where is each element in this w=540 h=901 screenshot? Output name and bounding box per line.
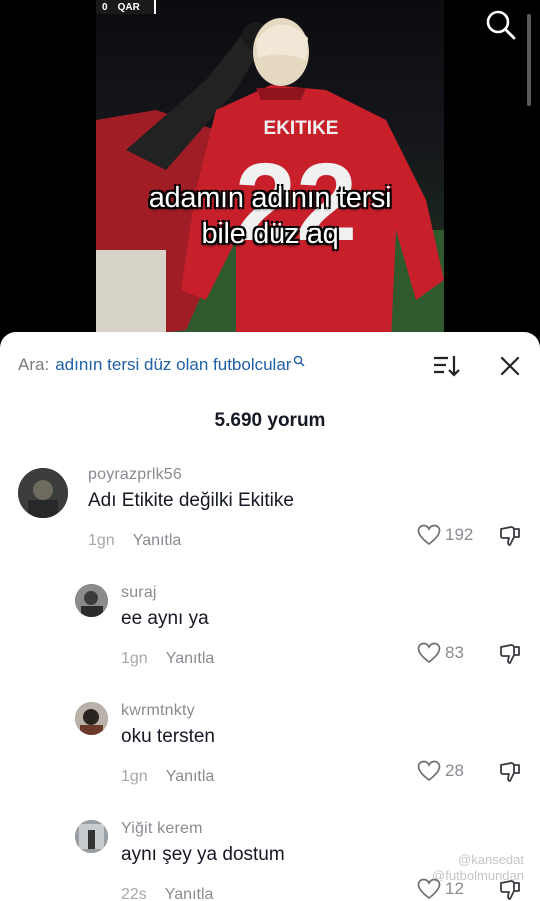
jersey-name: EKITIKE: [264, 118, 339, 139]
watermark-line: @kansedat: [458, 852, 524, 867]
comment-text: Adı Etikite değilki Ekitike: [88, 490, 294, 511]
comment-count: 5.690 yorum: [214, 410, 326, 431]
related-search-link[interactable]: Ara: adının tersi düz olan futbolcular: [18, 355, 305, 375]
like-count: 83: [445, 643, 464, 662]
video-player[interactable]: 22 EKITIKE 0 QAR adamın adının tersi bil…: [0, 0, 540, 340]
avatar[interactable]: [75, 584, 108, 617]
comment-text: aynı şey ya dostum: [121, 844, 285, 865]
watermark: @kansedat @futbolmundan: [432, 852, 524, 884]
video-still: 22 EKITIKE: [96, 18, 444, 340]
score-value: 0: [102, 1, 108, 13]
comment-time: 1gn: [121, 650, 148, 667]
comment-meta: 1gn Yanıtla: [121, 650, 214, 668]
comment-username[interactable]: poyrazprlk56: [88, 466, 182, 484]
close-icon: [500, 356, 520, 376]
dislike-button[interactable]: [498, 642, 522, 666]
comment-time: 1gn: [121, 768, 148, 785]
avatar[interactable]: [75, 820, 108, 853]
scoreboard: 0 QAR: [96, 0, 156, 14]
comment-meta: 1gn Yanıtla: [121, 768, 214, 786]
caption-line: bile düz aq: [201, 218, 339, 250]
close-button[interactable]: [498, 354, 522, 378]
avatar[interactable]: [18, 468, 68, 518]
caption-line: adamın adının tersi: [148, 182, 392, 214]
comment-text: oku tersten: [121, 726, 215, 747]
comment-username[interactable]: Yiğit kerem: [121, 820, 203, 838]
comment-item: poyrazprlk56 Adı Etikite değilki Ekitike…: [0, 462, 540, 562]
like-button[interactable]: 192: [417, 524, 473, 546]
comment-username[interactable]: suraj: [121, 584, 157, 602]
thumbs-down-icon: [500, 762, 520, 782]
like-button[interactable]: 28: [417, 760, 464, 782]
search-prefix: Ara:: [18, 355, 50, 374]
comment-meta: 1gn Yanıtla: [88, 532, 181, 550]
comment-text: ee aynı ya: [121, 608, 209, 629]
search-button[interactable]: [484, 8, 518, 42]
watermark-line: @futbolmundan: [432, 868, 524, 883]
video-frame: 22 EKITIKE: [96, 0, 444, 340]
comment-item: kwrmtnkty oku tersten 1gn Yanıtla 28: [0, 698, 540, 798]
reply-button[interactable]: Yanıtla: [133, 532, 182, 550]
scroll-indicator: [527, 14, 531, 106]
comment-sheet: Ara: adının tersi düz olan futbolcular 5: [0, 332, 540, 901]
comment-time: 1gn: [88, 532, 115, 549]
search-icon: [486, 10, 516, 40]
like-count: 192: [445, 525, 474, 544]
sort-icon: [434, 356, 460, 377]
avatar[interactable]: [75, 702, 108, 735]
reply-button[interactable]: Yanıtla: [166, 768, 215, 786]
thumbs-down-icon: [500, 644, 520, 664]
comment-item: suraj ee aynı ya 1gn Yanıtla 83: [0, 580, 540, 680]
heart-icon: [417, 760, 441, 782]
dislike-button[interactable]: [498, 760, 522, 784]
search-icon: [294, 355, 305, 367]
thumbs-down-icon: [500, 526, 520, 546]
heart-icon: [417, 642, 441, 664]
team-code: QAR: [117, 1, 140, 13]
reply-button[interactable]: Yanıtla: [165, 886, 214, 901]
video-caption: adamın adının tersi bile düz aq: [96, 180, 444, 252]
comment-time: 22s: [121, 886, 147, 901]
heart-icon: [417, 524, 441, 546]
comment-meta: 22s Yanıtla: [121, 886, 213, 901]
comment-username[interactable]: kwrmtnkty: [121, 702, 195, 720]
search-query: adının tersi düz olan futbolcular: [55, 355, 292, 374]
dislike-button[interactable]: [498, 524, 522, 548]
reply-button[interactable]: Yanıtla: [166, 650, 215, 668]
like-button[interactable]: 83: [417, 642, 464, 664]
like-count: 28: [445, 761, 464, 780]
sheet-header: Ara: adının tersi düz olan futbolcular: [0, 332, 540, 398]
sort-button[interactable]: [432, 354, 460, 378]
